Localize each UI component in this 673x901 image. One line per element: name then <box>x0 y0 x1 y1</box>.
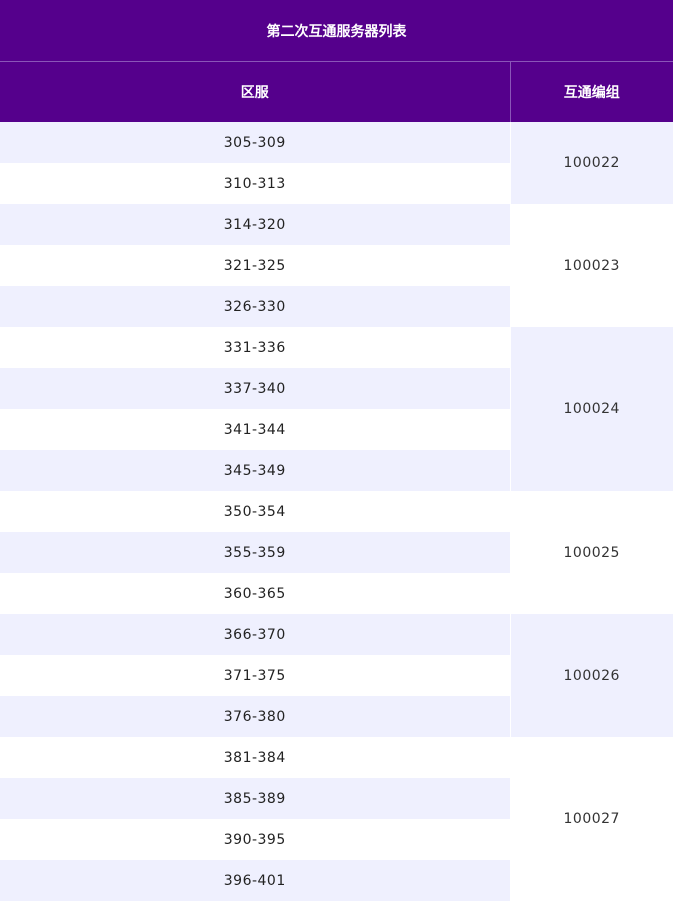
zone-range-cell: 350-354 <box>0 491 510 532</box>
table-row: 305-309 100022 <box>0 122 673 204</box>
table-title: 第二次互通服务器列表 <box>0 0 673 62</box>
table-row: 331-336 100024 <box>0 327 673 491</box>
zone-range-cell: 314-320 <box>0 204 510 245</box>
table-row: 366-370 100026 <box>0 614 673 737</box>
interop-server-table: 第二次互通服务器列表 区服 互通编组 305-309 100022 310-313 3… <box>0 0 673 901</box>
zone-range-cell: 341-344 <box>0 409 510 450</box>
zone-column-header: 区服 <box>0 61 510 122</box>
zone-range-cell: 326-330 <box>0 286 510 327</box>
group-id-cell: 100027 <box>509 737 673 901</box>
table-row: 350-354 100025 <box>0 491 673 614</box>
zone-range-cell: 385-389 <box>0 778 510 819</box>
zone-range-cell: 355-359 <box>0 532 510 573</box>
zone-range-cell: 381-384 <box>0 737 510 778</box>
zone-range-cell: 337-340 <box>0 368 510 409</box>
zone-range-cell: 376-380 <box>0 696 510 737</box>
group-id-cell: 100023 <box>509 204 673 327</box>
group-id-cell: 100022 <box>509 122 673 204</box>
zone-range-cell: 366-370 <box>0 614 510 655</box>
zone-range-cell: 345-349 <box>0 450 510 491</box>
zone-range-cell: 321-325 <box>0 245 510 286</box>
zone-range-cell: 390-395 <box>0 819 510 860</box>
zone-range-cell: 396-401 <box>0 860 510 901</box>
group-id-cell: 100026 <box>509 614 673 737</box>
zone-range-cell: 360-365 <box>0 573 510 614</box>
group-id-cell: 100025 <box>509 491 673 614</box>
title-row: 第二次互通服务器列表 <box>0 0 673 62</box>
zone-range-cell: 371-375 <box>0 655 510 696</box>
zone-range-cell: 331-336 <box>0 327 510 368</box>
group-column-header: 互通编组 <box>509 61 673 122</box>
zone-range-cell: 310-313 <box>0 163 510 204</box>
table-row: 381-384 100027 <box>0 737 673 901</box>
table-row: 314-320 100023 <box>0 204 673 327</box>
group-id-cell: 100024 <box>509 327 673 491</box>
header-row: 区服 互通编组 <box>0 61 673 122</box>
table-body: 305-309 100022 310-313 314-320 100023 321-325… <box>0 122 673 901</box>
zone-range-cell: 305-309 <box>0 122 510 163</box>
